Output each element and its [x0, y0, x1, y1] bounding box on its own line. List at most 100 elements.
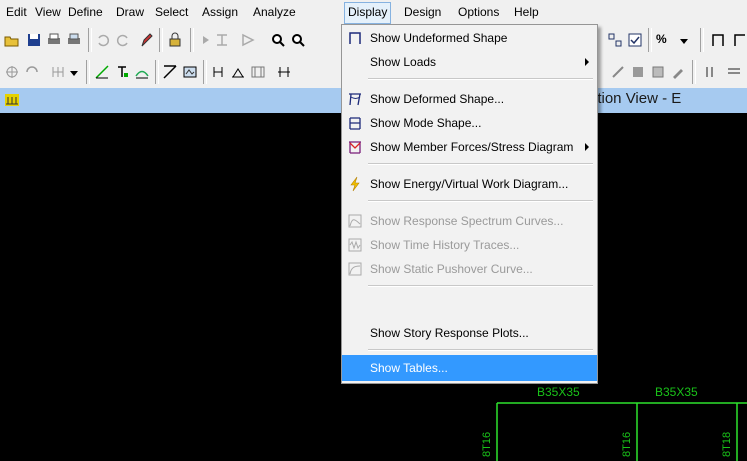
menu-item-label: Show Deformed Shape... [370, 92, 505, 106]
menu-bar: Edit View Define Draw Select Assign Anal… [0, 0, 747, 24]
save-icon[interactable] [26, 32, 42, 48]
deformed-shape-icon [349, 93, 361, 106]
menu-item-label: Show Member Forces/Stress Diagram [370, 140, 574, 154]
open-folder-icon[interactable] [4, 32, 20, 48]
run-analysis-icon[interactable] [198, 32, 214, 48]
redo-icon[interactable] [115, 32, 131, 48]
toolbar-separator [700, 28, 704, 52]
toolbar-separator [155, 60, 159, 84]
draw-area-icon[interactable] [162, 64, 178, 80]
object-shrink-icon[interactable] [607, 32, 623, 48]
area-object-icon[interactable] [630, 64, 646, 80]
menu-item-label: Show Story Response Plots... [370, 326, 529, 340]
menu-item-show-time-history[interactable]: Show Time History Traces... [342, 233, 597, 257]
undeformed-shape-icon [349, 32, 361, 44]
rotate-icon[interactable] [24, 64, 40, 80]
menu-draw[interactable]: Draw [116, 4, 144, 20]
time-history-icon [348, 238, 362, 252]
toolbar-separator [86, 60, 90, 84]
menu-item-show-pushover-curve[interactable]: Show Static Pushover Curve... [342, 257, 597, 281]
menu-view[interactable]: View [35, 4, 61, 20]
print-graphics-icon[interactable] [66, 32, 82, 48]
submenu-arrow-icon [585, 143, 589, 151]
menu-item-show-response-spectrum[interactable]: Show Response Spectrum Curves... [342, 209, 597, 233]
menu-define[interactable]: Define [68, 4, 103, 20]
menu-item-label: Show Mode Shape... [370, 116, 482, 130]
display-menu-dropdown: Show Undeformed Shape Show Loads Show De… [341, 24, 598, 384]
menu-help[interactable]: Help [514, 4, 539, 20]
pencil-icon[interactable] [138, 32, 154, 48]
section-cut-icon[interactable] [610, 64, 626, 80]
undo-icon[interactable] [95, 32, 111, 48]
menu-display[interactable]: Display [344, 2, 392, 24]
toolbar-separator [648, 28, 652, 52]
hatch-area-icon[interactable] [650, 64, 666, 80]
menu-item-show-loads[interactable]: Show Loads [342, 50, 597, 74]
response-spectrum-icon [348, 214, 362, 228]
column-label: 8T16 [621, 431, 633, 457]
menu-item-show-mode-shape[interactable]: Show Mode Shape... [342, 111, 597, 135]
menu-separator [368, 285, 593, 287]
column-bars-icon[interactable] [702, 64, 718, 80]
etabs-window-icon [5, 94, 19, 106]
menu-item-label: Show Loads [370, 55, 437, 69]
column-label: 8T16 [481, 431, 493, 457]
menu-separator [368, 349, 593, 351]
draw-rectangle-area-icon[interactable] [230, 64, 246, 80]
pan-icon[interactable] [4, 64, 20, 80]
menu-item-label: Show Undeformed Shape [370, 31, 508, 45]
dropdown-arrow-icon[interactable] [676, 32, 692, 48]
menu-separator [368, 200, 593, 202]
toolbar-separator [203, 60, 207, 84]
energy-lightning-icon [350, 176, 360, 192]
grid-lines-icon[interactable] [726, 64, 742, 80]
menu-options[interactable]: Options [458, 4, 499, 20]
zoom-window-icon[interactable] [270, 32, 286, 48]
menu-item-show-member-forces[interactable]: Show Member Forces/Stress Diagram [342, 135, 597, 159]
menu-item-label: Show Time History Traces... [370, 238, 520, 252]
zoom-percent-button[interactable]: % [656, 32, 667, 46]
menu-assign[interactable]: Assign [202, 4, 238, 20]
undeformed-shape-toolbar-icon[interactable] [710, 32, 726, 48]
steel-design-icon[interactable] [214, 32, 230, 48]
menu-select[interactable]: Select [155, 4, 188, 20]
toolbar-separator [190, 28, 194, 52]
restore-view-icon[interactable] [290, 32, 306, 48]
pushover-curve-icon [348, 262, 362, 276]
mode-shape-icon [349, 117, 361, 130]
toolbar-separator [88, 28, 92, 52]
menu-item-show-story-response[interactable]: Show Story Response Plots... [342, 321, 597, 345]
column-label: 8T18 [721, 431, 733, 457]
pen-tool-icon[interactable] [670, 64, 686, 80]
concrete-design-icon[interactable] [240, 32, 256, 48]
lock-icon[interactable] [167, 32, 183, 48]
set-display-options-icon[interactable] [627, 32, 643, 48]
submenu-arrow-icon [585, 58, 589, 66]
toolbar-separator [159, 28, 163, 52]
draw-wall-icon[interactable] [182, 64, 198, 80]
menu-item-show-undeformed-shape[interactable]: Show Undeformed Shape [342, 26, 597, 50]
menu-separator [368, 163, 593, 165]
deformed-shape-toolbar-icon[interactable] [732, 32, 747, 48]
draw-frame-icon[interactable] [94, 64, 110, 80]
print-icon[interactable] [46, 32, 62, 48]
draw-beam-icon[interactable] [134, 64, 150, 80]
menu-item-label: Show Response Spectrum Curves... [370, 214, 564, 228]
grid-options-icon[interactable] [50, 64, 66, 80]
menu-item-label: Show Static Pushover Curve... [370, 262, 533, 276]
draw-link-icon[interactable] [210, 64, 226, 80]
menu-design[interactable]: Design [404, 4, 441, 20]
menu-analyze[interactable]: Analyze [253, 4, 296, 20]
dropdown-arrow-icon[interactable] [66, 64, 82, 80]
beam-label: B35X35 [537, 385, 580, 399]
menu-edit[interactable]: Edit [6, 4, 27, 20]
draw-quick-area-icon[interactable] [250, 64, 266, 80]
beam-label: B35X35 [655, 385, 698, 399]
draw-column-icon[interactable] [114, 64, 130, 80]
menu-item-show-deformed-shape[interactable]: Show Deformed Shape... [342, 87, 597, 111]
menu-item-show-energy-diagram[interactable]: Show Energy/Virtual Work Diagram... [342, 172, 597, 196]
menu-item-show-tables[interactable]: Show Tables... [342, 355, 597, 381]
draw-tendon-icon[interactable] [276, 64, 292, 80]
view-window-title: ation View - E [589, 90, 682, 107]
menu-item-label: Show Energy/Virtual Work Diagram... [370, 177, 569, 191]
